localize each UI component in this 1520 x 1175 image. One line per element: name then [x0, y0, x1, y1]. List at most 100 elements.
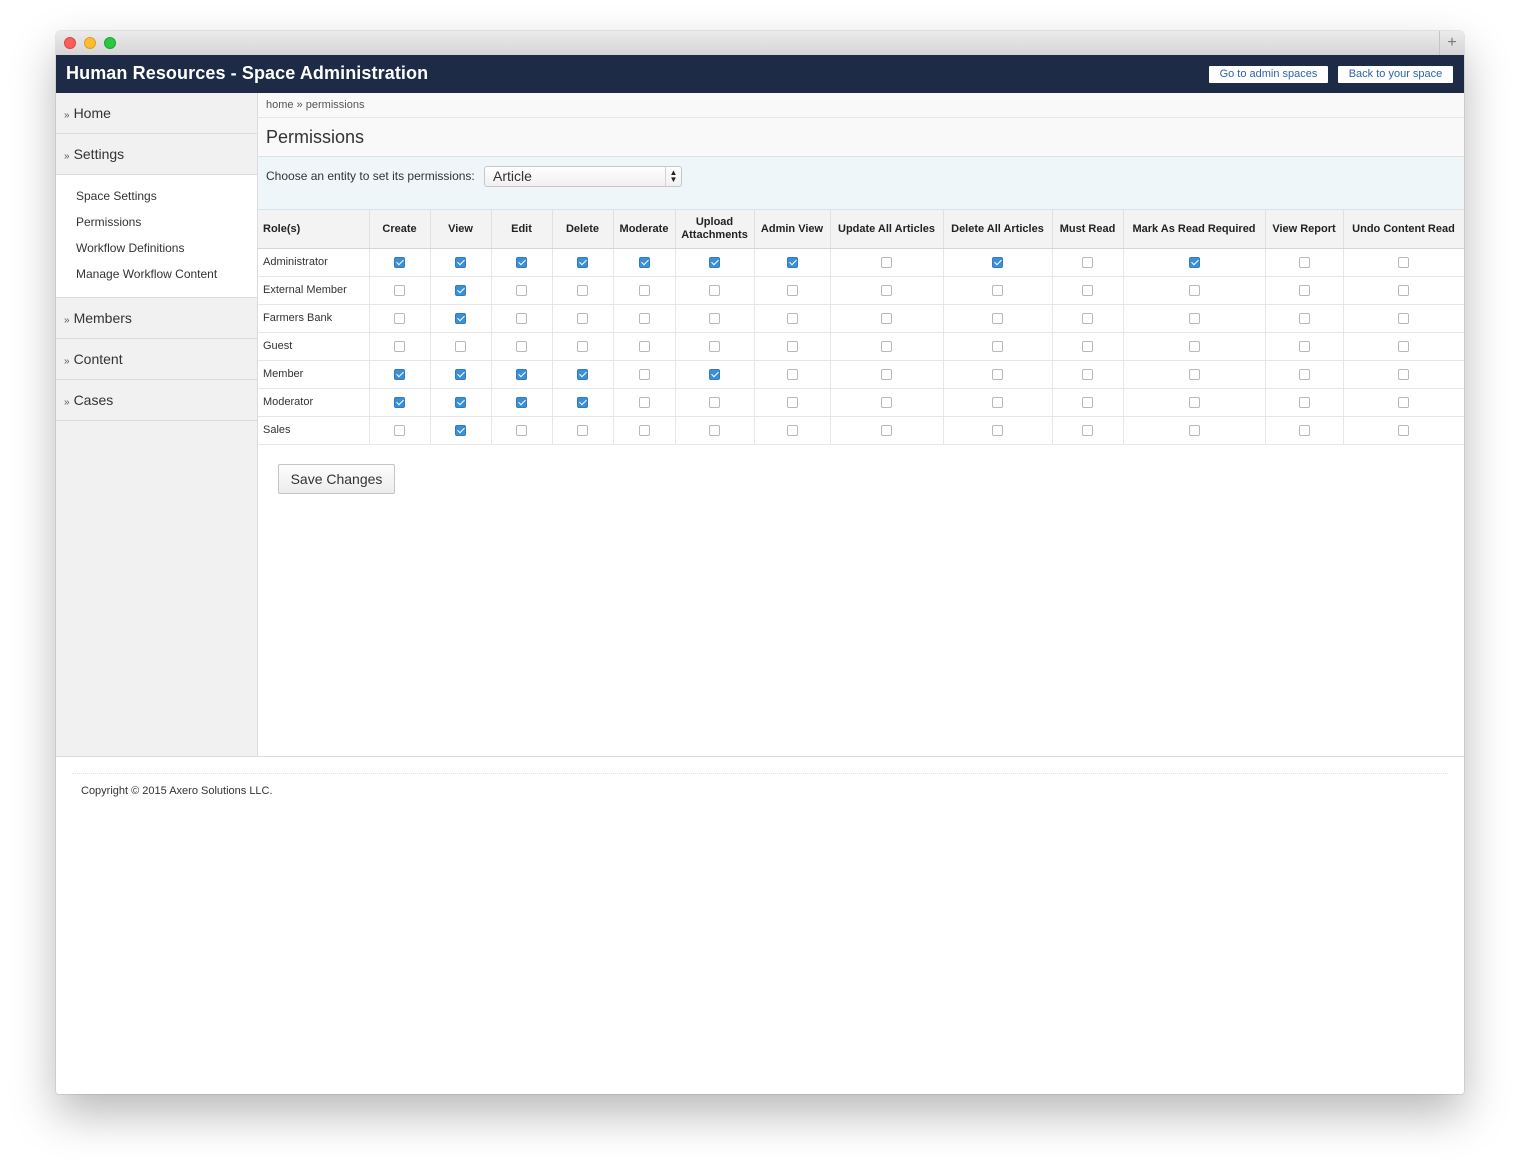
permission-checkbox[interactable] — [1188, 257, 1200, 269]
permission-checkbox[interactable] — [1082, 425, 1093, 437]
permission-checkbox[interactable] — [786, 341, 798, 353]
permission-checkbox[interactable] — [786, 257, 798, 269]
permission-checkbox[interactable] — [577, 369, 588, 381]
permission-checkbox[interactable] — [786, 285, 798, 297]
permission-checkbox[interactable] — [516, 369, 527, 381]
permission-checkbox[interactable] — [638, 313, 650, 325]
permission-checkbox[interactable] — [1082, 313, 1093, 325]
permission-checkbox[interactable] — [1398, 257, 1409, 269]
permission-checkbox[interactable] — [638, 257, 650, 269]
permission-checkbox[interactable] — [786, 425, 798, 437]
sidebar-item-cases[interactable]: » Cases — [56, 380, 257, 421]
permission-checkbox[interactable] — [516, 397, 527, 409]
permission-checkbox[interactable] — [1298, 425, 1310, 437]
permission-checkbox[interactable] — [455, 341, 466, 353]
permission-checkbox[interactable] — [1298, 313, 1310, 325]
permission-checkbox[interactable] — [1188, 369, 1200, 381]
permission-checkbox[interactable] — [1188, 313, 1200, 325]
permission-checkbox[interactable] — [786, 369, 798, 381]
permission-checkbox[interactable] — [1398, 285, 1409, 297]
permission-checkbox[interactable] — [577, 313, 588, 325]
permission-checkbox[interactable] — [1298, 369, 1310, 381]
permission-checkbox[interactable] — [1082, 257, 1093, 269]
permission-checkbox[interactable] — [992, 341, 1003, 353]
permission-checkbox[interactable] — [577, 397, 588, 409]
permission-checkbox[interactable] — [992, 397, 1003, 409]
sidebar-item-settings[interactable]: » Settings — [56, 134, 257, 175]
permission-checkbox[interactable] — [577, 285, 588, 297]
save-changes-button[interactable]: Save Changes — [278, 464, 395, 494]
permission-checkbox[interactable] — [394, 341, 405, 353]
permission-checkbox[interactable] — [992, 425, 1003, 437]
permission-checkbox[interactable] — [881, 341, 892, 353]
permission-checkbox[interactable] — [1398, 369, 1409, 381]
permission-checkbox[interactable] — [881, 425, 892, 437]
new-tab-button[interactable]: + — [1439, 31, 1464, 55]
permission-checkbox[interactable] — [394, 313, 405, 325]
subnav-item-space-settings[interactable]: Space Settings — [76, 183, 257, 209]
subnav-item-workflow-definitions[interactable]: Workflow Definitions — [76, 235, 257, 261]
permission-checkbox[interactable] — [992, 369, 1003, 381]
close-window-button[interactable] — [64, 37, 76, 49]
permission-checkbox[interactable] — [577, 341, 588, 353]
permission-checkbox[interactable] — [638, 285, 650, 297]
permission-checkbox[interactable] — [516, 425, 527, 437]
permission-checkbox[interactable] — [1398, 341, 1409, 353]
sidebar-item-members[interactable]: » Members — [56, 298, 257, 339]
permission-checkbox[interactable] — [709, 397, 720, 409]
permission-checkbox[interactable] — [455, 285, 466, 297]
permission-checkbox[interactable] — [1398, 313, 1409, 325]
permission-checkbox[interactable] — [881, 369, 892, 381]
minimize-window-button[interactable] — [84, 37, 96, 49]
subnav-item-manage-workflow-content[interactable]: Manage Workflow Content — [76, 261, 257, 287]
permission-checkbox[interactable] — [394, 369, 405, 381]
permission-checkbox[interactable] — [1398, 425, 1409, 437]
permission-checkbox[interactable] — [455, 313, 466, 325]
permission-checkbox[interactable] — [1082, 369, 1093, 381]
permission-checkbox[interactable] — [709, 257, 720, 269]
permission-checkbox[interactable] — [455, 425, 466, 437]
permission-checkbox[interactable] — [394, 257, 405, 269]
permission-checkbox[interactable] — [455, 257, 466, 269]
permission-checkbox[interactable] — [881, 397, 892, 409]
permission-checkbox[interactable] — [786, 313, 798, 325]
permission-checkbox[interactable] — [992, 313, 1003, 325]
zoom-window-button[interactable] — [104, 37, 116, 49]
permission-checkbox[interactable] — [709, 369, 720, 381]
permission-checkbox[interactable] — [1398, 397, 1409, 409]
permission-checkbox[interactable] — [709, 425, 720, 437]
permission-checkbox[interactable] — [455, 369, 466, 381]
sidebar-item-content[interactable]: » Content — [56, 339, 257, 380]
permission-checkbox[interactable] — [992, 257, 1003, 269]
go-to-admin-spaces-button[interactable]: Go to admin spaces — [1209, 66, 1328, 83]
permission-checkbox[interactable] — [1298, 285, 1310, 297]
permission-checkbox[interactable] — [1298, 257, 1310, 269]
subnav-item-permissions[interactable]: Permissions — [76, 209, 257, 235]
permission-checkbox[interactable] — [394, 285, 405, 297]
permission-checkbox[interactable] — [1298, 341, 1310, 353]
permission-checkbox[interactable] — [577, 257, 588, 269]
permission-checkbox[interactable] — [1188, 285, 1200, 297]
permission-checkbox[interactable] — [638, 397, 650, 409]
permission-checkbox[interactable] — [1082, 341, 1093, 353]
permission-checkbox[interactable] — [1188, 397, 1200, 409]
permission-checkbox[interactable] — [638, 341, 650, 353]
permission-checkbox[interactable] — [992, 285, 1003, 297]
permission-checkbox[interactable] — [394, 425, 405, 437]
back-to-your-space-button[interactable]: Back to your space — [1338, 66, 1453, 83]
sidebar-item-home[interactable]: » Home — [56, 93, 257, 134]
permission-checkbox[interactable] — [577, 425, 588, 437]
permission-checkbox[interactable] — [455, 397, 466, 409]
permission-checkbox[interactable] — [1298, 397, 1310, 409]
permission-checkbox[interactable] — [1082, 285, 1093, 297]
permission-checkbox[interactable] — [786, 397, 798, 409]
permission-checkbox[interactable] — [516, 285, 527, 297]
permission-checkbox[interactable] — [1188, 425, 1200, 437]
permission-checkbox[interactable] — [638, 369, 650, 381]
permission-checkbox[interactable] — [516, 313, 527, 325]
permission-checkbox[interactable] — [516, 341, 527, 353]
permission-checkbox[interactable] — [709, 313, 720, 325]
permission-checkbox[interactable] — [709, 341, 720, 353]
breadcrumb-home-link[interactable]: home — [266, 99, 294, 111]
permission-checkbox[interactable] — [638, 425, 650, 437]
